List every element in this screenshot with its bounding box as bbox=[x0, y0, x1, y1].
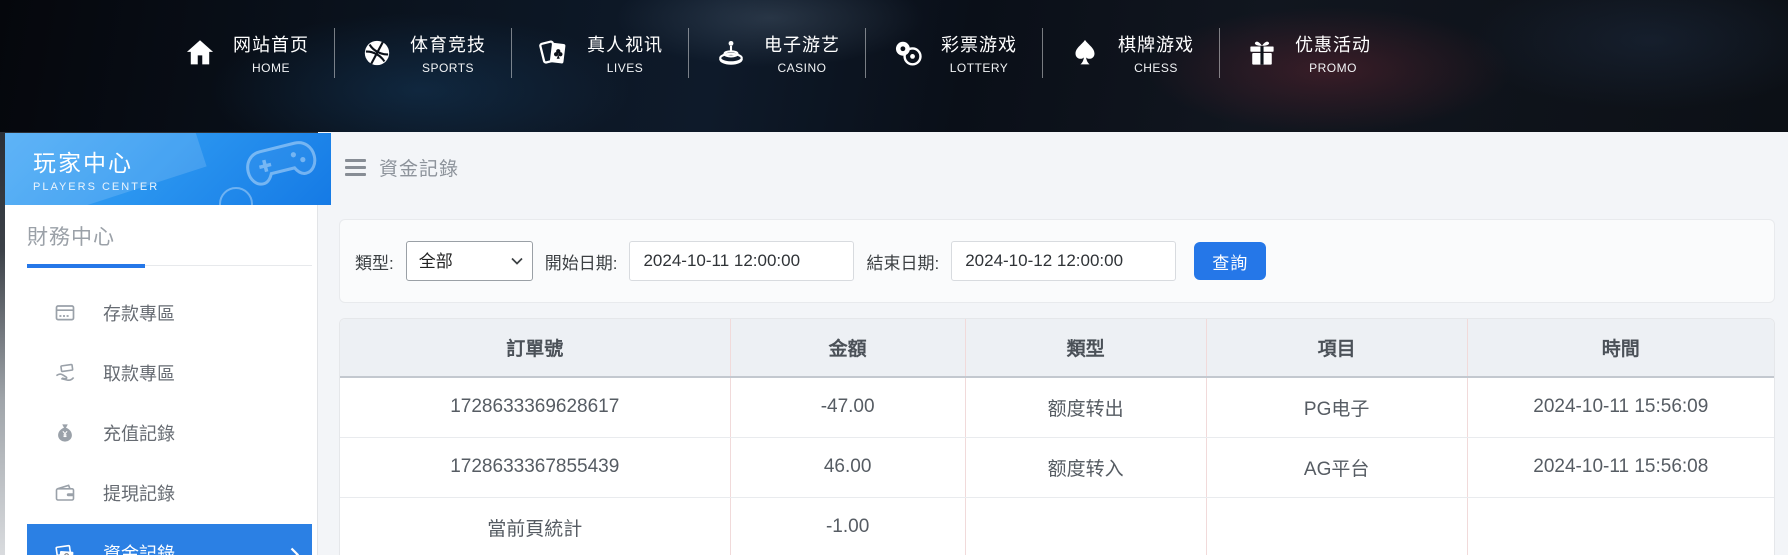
home-icon bbox=[183, 36, 217, 70]
search-button[interactable]: 查詢 bbox=[1194, 242, 1266, 280]
cell-order-no: 1728633367855439 bbox=[340, 437, 730, 497]
nav-item-label-zh: 网站首页 bbox=[233, 31, 309, 57]
end-date-label: 結束日期: bbox=[866, 249, 939, 274]
nav-item-label-zh: 彩票游戏 bbox=[941, 31, 1017, 57]
section-underline bbox=[27, 265, 312, 266]
start-date-label: 開始日期: bbox=[545, 249, 618, 274]
end-date-input[interactable] bbox=[951, 241, 1176, 281]
cell-time: 2024-10-11 15:56:09 bbox=[1467, 377, 1774, 437]
cell-item bbox=[1206, 497, 1467, 555]
cell-item: AG平台 bbox=[1206, 437, 1467, 497]
cell-amount: -47.00 bbox=[730, 377, 965, 437]
nav-item-label-zh: 真人视讯 bbox=[587, 31, 663, 57]
sports-ball-icon bbox=[360, 36, 394, 70]
column-header-type: 類型 bbox=[965, 319, 1206, 377]
lottery-balls-icon bbox=[891, 36, 925, 70]
sidebar-item-label: 資金記錄 bbox=[103, 540, 175, 555]
roulette-icon bbox=[714, 36, 748, 70]
nav-item-label-zh: 优惠活动 bbox=[1295, 31, 1371, 57]
nav-item-label-en: CASINO bbox=[777, 61, 826, 75]
sidebar-item-withdraw[interactable]: 取款專區 bbox=[27, 344, 312, 402]
sidebar-item-label: 充值記錄 bbox=[103, 420, 175, 446]
table-row: 172863336785543946.00额度转入AG平台2024-10-11 … bbox=[340, 437, 1774, 497]
nav-item-casino[interactable]: 电子游艺 CASINO bbox=[689, 31, 865, 75]
sidebar-menu: 存款專區取款專區充值記錄提現記錄資金記錄 bbox=[5, 284, 317, 555]
summary-row: 當前頁統計-1.00 bbox=[340, 497, 1774, 555]
start-date-input[interactable] bbox=[629, 241, 854, 281]
cell-type: 额度转入 bbox=[965, 437, 1206, 497]
cell-item: PG电子 bbox=[1206, 377, 1467, 437]
cell-type bbox=[965, 497, 1206, 555]
nav-item-label-en: CHESS bbox=[1134, 61, 1178, 75]
nav-item-chess[interactable]: 棋牌游戏 CHESS bbox=[1043, 31, 1219, 75]
deposit-icon bbox=[53, 301, 77, 325]
type-label: 類型: bbox=[355, 249, 394, 274]
chevron-right-icon bbox=[290, 546, 300, 555]
gamepad-icon bbox=[239, 133, 323, 194]
recharge-record-icon bbox=[53, 421, 77, 445]
column-header-order-no: 訂單號 bbox=[340, 319, 730, 377]
type-select[interactable]: 全部 bbox=[406, 241, 533, 281]
table-body: 1728633369628617-47.00额度转出PG电子2024-10-11… bbox=[340, 377, 1774, 555]
filter-panel: 類型: 全部 開始日期: 結束日期: 查詢 bbox=[339, 219, 1775, 303]
top-nav: 网站首页 HOME 体育竞技 SPORTS 真人视讯 LIVES 电子游艺 CASINO 彩票游… bbox=[0, 0, 1788, 132]
sidebar-item-deposit[interactable]: 存款專區 bbox=[27, 284, 312, 342]
main-content: 資金記錄 類型: 全部 開始日期: 結束日期: 查詢 訂單號金額類型項目時間 1… bbox=[318, 132, 1788, 555]
players-center-subtitle: PLAYERS CENTER bbox=[33, 181, 159, 193]
sidebar-item-funds-record[interactable]: 資金記錄 bbox=[27, 524, 312, 555]
nav-item-label-en: LIVES bbox=[607, 61, 644, 75]
cell-order-no: 1728633369628617 bbox=[340, 377, 730, 437]
withdraw-icon bbox=[53, 361, 77, 385]
cell-amount: 46.00 bbox=[730, 437, 965, 497]
players-center-header: 玩家中心 PLAYERS CENTER bbox=[5, 133, 331, 205]
nav-item-label-en: HOME bbox=[252, 61, 290, 75]
table-row: 1728633369628617-47.00额度转出PG电子2024-10-11… bbox=[340, 377, 1774, 437]
sidebar-item-label: 提現記錄 bbox=[103, 480, 175, 506]
cell-type: 额度转出 bbox=[965, 377, 1206, 437]
sidebar-item-label: 存款專區 bbox=[103, 300, 175, 326]
nav-item-promo[interactable]: 优惠活动 PROMO bbox=[1220, 31, 1396, 75]
nav-item-sports[interactable]: 体育竞技 SPORTS bbox=[335, 31, 511, 75]
players-center-title: 玩家中心 bbox=[33, 144, 159, 178]
sidebar-item-label: 取款專區 bbox=[103, 360, 175, 386]
nav-item-label-zh: 电子游艺 bbox=[764, 31, 840, 57]
nav-item-label-zh: 棋牌游戏 bbox=[1118, 31, 1194, 57]
funds-record-icon bbox=[53, 541, 77, 555]
nav-item-lottery[interactable]: 彩票游戏 LOTTERY bbox=[866, 31, 1042, 75]
gift-icon bbox=[1245, 36, 1279, 70]
nav-item-label-en: SPORTS bbox=[422, 61, 474, 75]
nav-item-label-en: LOTTERY bbox=[950, 61, 1009, 75]
withdrawal-record-icon bbox=[53, 481, 77, 505]
cell-time: 2024-10-11 15:56:08 bbox=[1467, 437, 1774, 497]
nav-item-label-en: PROMO bbox=[1309, 61, 1357, 75]
screen: 网站首页 HOME 体育竞技 SPORTS 真人视讯 LIVES 电子游艺 CASINO 彩票游… bbox=[0, 0, 1788, 555]
cell-amount: -1.00 bbox=[730, 497, 965, 555]
nav-item-lives[interactable]: 真人视讯 LIVES bbox=[512, 31, 688, 75]
page-title: 資金記錄 bbox=[379, 154, 459, 181]
sidebar-item-withdrawal-record[interactable]: 提現記錄 bbox=[27, 464, 312, 522]
spade-icon bbox=[1068, 36, 1102, 70]
table-header-row: 訂單號金額類型項目時間 bbox=[340, 319, 1774, 377]
column-header-item: 項目 bbox=[1206, 319, 1467, 377]
menu-toggle-icon[interactable] bbox=[345, 159, 366, 176]
column-header-time: 時間 bbox=[1467, 319, 1774, 377]
cell-order-no: 當前頁統計 bbox=[340, 497, 730, 555]
cards-icon bbox=[537, 36, 571, 70]
column-header-amount: 金額 bbox=[730, 319, 965, 377]
sidebar-section-title: 財務中心 bbox=[27, 221, 317, 251]
nav-item-label-zh: 体育竞技 bbox=[410, 31, 486, 57]
sidebar-item-recharge-record[interactable]: 充值記錄 bbox=[27, 404, 312, 462]
breadcrumb: 資金記錄 bbox=[345, 154, 459, 181]
cell-time bbox=[1467, 497, 1774, 555]
nav-item-home[interactable]: 网站首页 HOME bbox=[158, 31, 334, 75]
records-table: 訂單號金額類型項目時間 1728633369628617-47.00额度转出PG… bbox=[339, 318, 1775, 555]
sidebar: 財務中心 存款專區取款專區充值記錄提現記錄資金記錄 bbox=[5, 205, 318, 555]
